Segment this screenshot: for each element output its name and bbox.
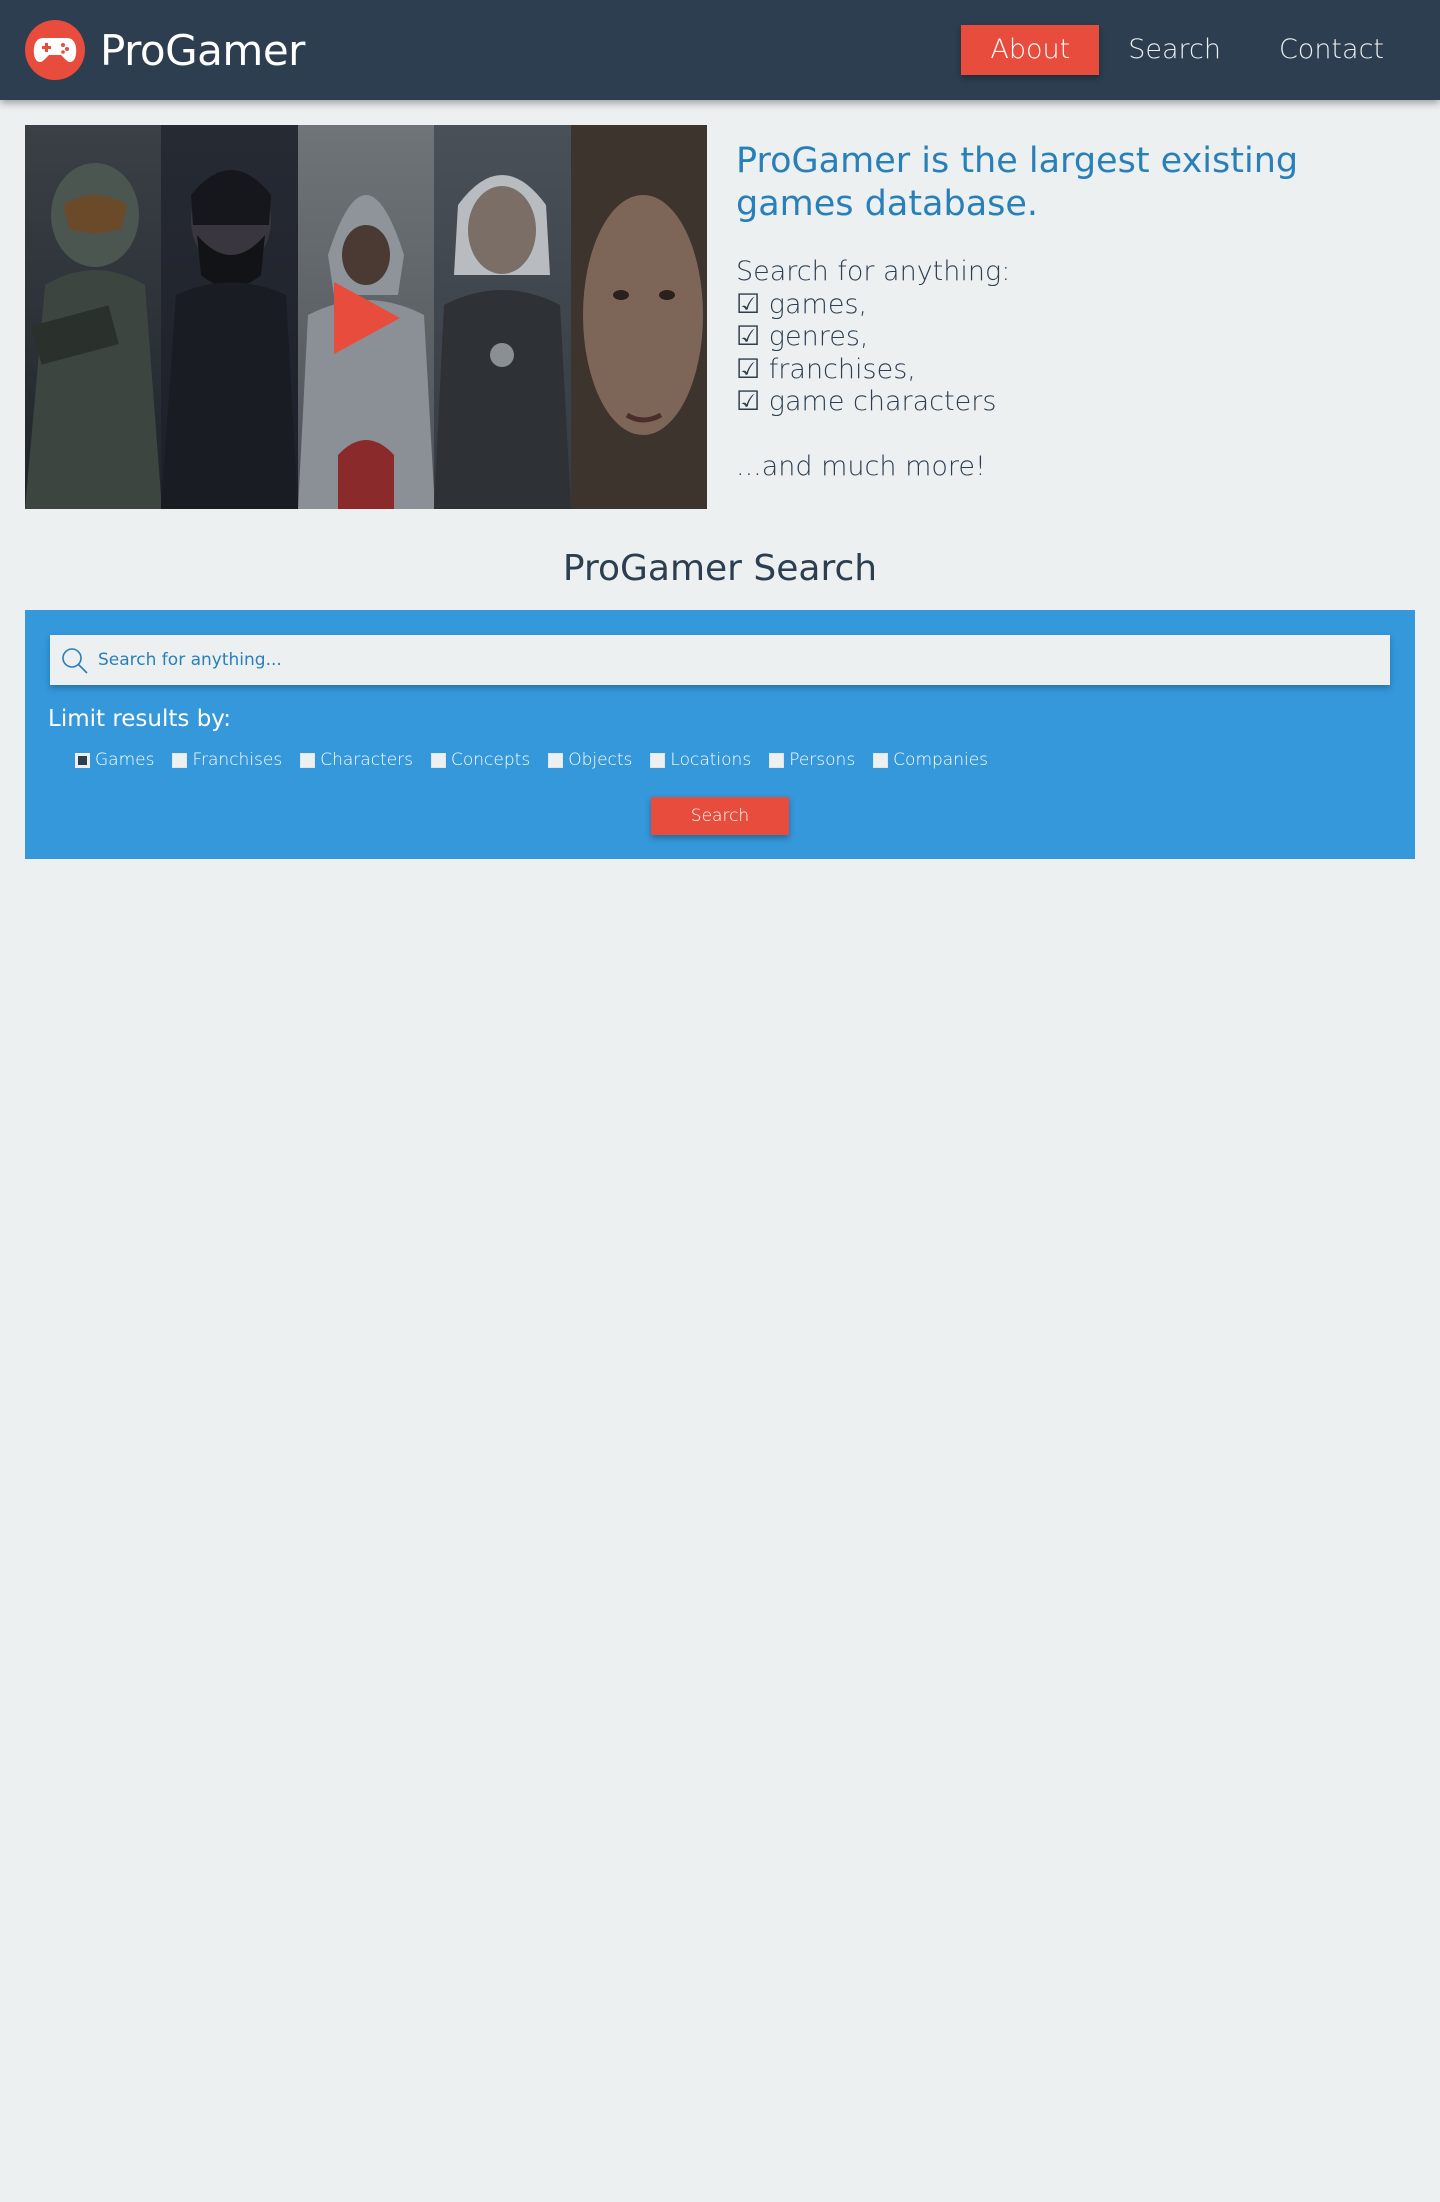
- checkbox-characters[interactable]: [300, 752, 316, 768]
- checkbox-objects[interactable]: [548, 752, 564, 768]
- search-field[interactable]: [50, 635, 1390, 685]
- character-panel-soldier: [25, 125, 162, 509]
- filter-label: Locations: [670, 750, 752, 770]
- search-input[interactable]: [50, 635, 1390, 685]
- filter-objects[interactable]: Objects: [548, 750, 632, 770]
- list-item: ☑ game characters: [736, 386, 997, 417]
- nav-about[interactable]: About: [961, 25, 1100, 75]
- play-icon[interactable]: [332, 280, 402, 356]
- feature-list: ☑ games, ☑ genres, ☑ franchises, ☑ game …: [736, 289, 1416, 419]
- checkbox-franchises[interactable]: [172, 752, 188, 768]
- list-item: ☑ franchises,: [736, 353, 916, 385]
- gamepad-icon: [25, 20, 85, 80]
- checkbox-locations[interactable]: [650, 752, 666, 768]
- filter-label: Franchises: [192, 750, 283, 770]
- character-panel-witcher: [434, 125, 571, 509]
- filter-options: Games Franchises Characters Concepts Obj…: [75, 750, 1006, 770]
- hero-more: ...and much more!: [736, 450, 986, 482]
- hero-title: ProGamer is the largest existing games d…: [736, 141, 1299, 224]
- list-item: ☑ games,: [736, 288, 868, 320]
- logo-text: ProGamer: [100, 25, 305, 75]
- search-panel: Limit results by: Games Franchises Chara…: [25, 610, 1415, 859]
- filter-locations[interactable]: Locations: [650, 750, 751, 770]
- hero-video[interactable]: [25, 125, 707, 509]
- hero-lead: Search for anything:: [736, 256, 1011, 287]
- filter-characters[interactable]: Characters: [300, 750, 413, 770]
- filter-games[interactable]: Games: [75, 750, 154, 770]
- filter-label: Objects: [568, 750, 633, 770]
- character-panel-explorer: [570, 125, 707, 509]
- search-title: ProGamer Search: [562, 548, 878, 589]
- filter-franchises[interactable]: Franchises: [172, 750, 282, 770]
- checkbox-companies[interactable]: [873, 752, 889, 768]
- list-item: ☑ genres,: [736, 321, 869, 352]
- filter-label: Persons: [789, 750, 856, 770]
- filter-label: Games: [95, 750, 155, 770]
- nav-contact[interactable]: Contact: [1250, 25, 1413, 75]
- checkbox-persons[interactable]: [769, 752, 785, 768]
- site-header: ProGamer About Search Contact: [0, 0, 1440, 100]
- filter-label: Concepts: [451, 750, 531, 770]
- logo[interactable]: ProGamer: [25, 20, 305, 80]
- nav-search[interactable]: Search: [1099, 25, 1250, 75]
- filter-concepts[interactable]: Concepts: [431, 750, 530, 770]
- hero-description: ProGamer is the largest existing games d…: [736, 140, 1416, 482]
- limit-label: Limit results by:: [48, 706, 231, 732]
- main-nav: About Search Contact: [961, 25, 1413, 75]
- filter-label: Companies: [893, 750, 989, 770]
- filter-persons[interactable]: Persons: [769, 750, 855, 770]
- filter-companies[interactable]: Companies: [873, 750, 988, 770]
- checkbox-games[interactable]: [75, 752, 90, 768]
- search-button[interactable]: Search: [651, 797, 789, 835]
- character-panel-masked: [161, 125, 298, 509]
- filter-label: Characters: [320, 750, 414, 770]
- checkbox-concepts[interactable]: [431, 752, 447, 768]
